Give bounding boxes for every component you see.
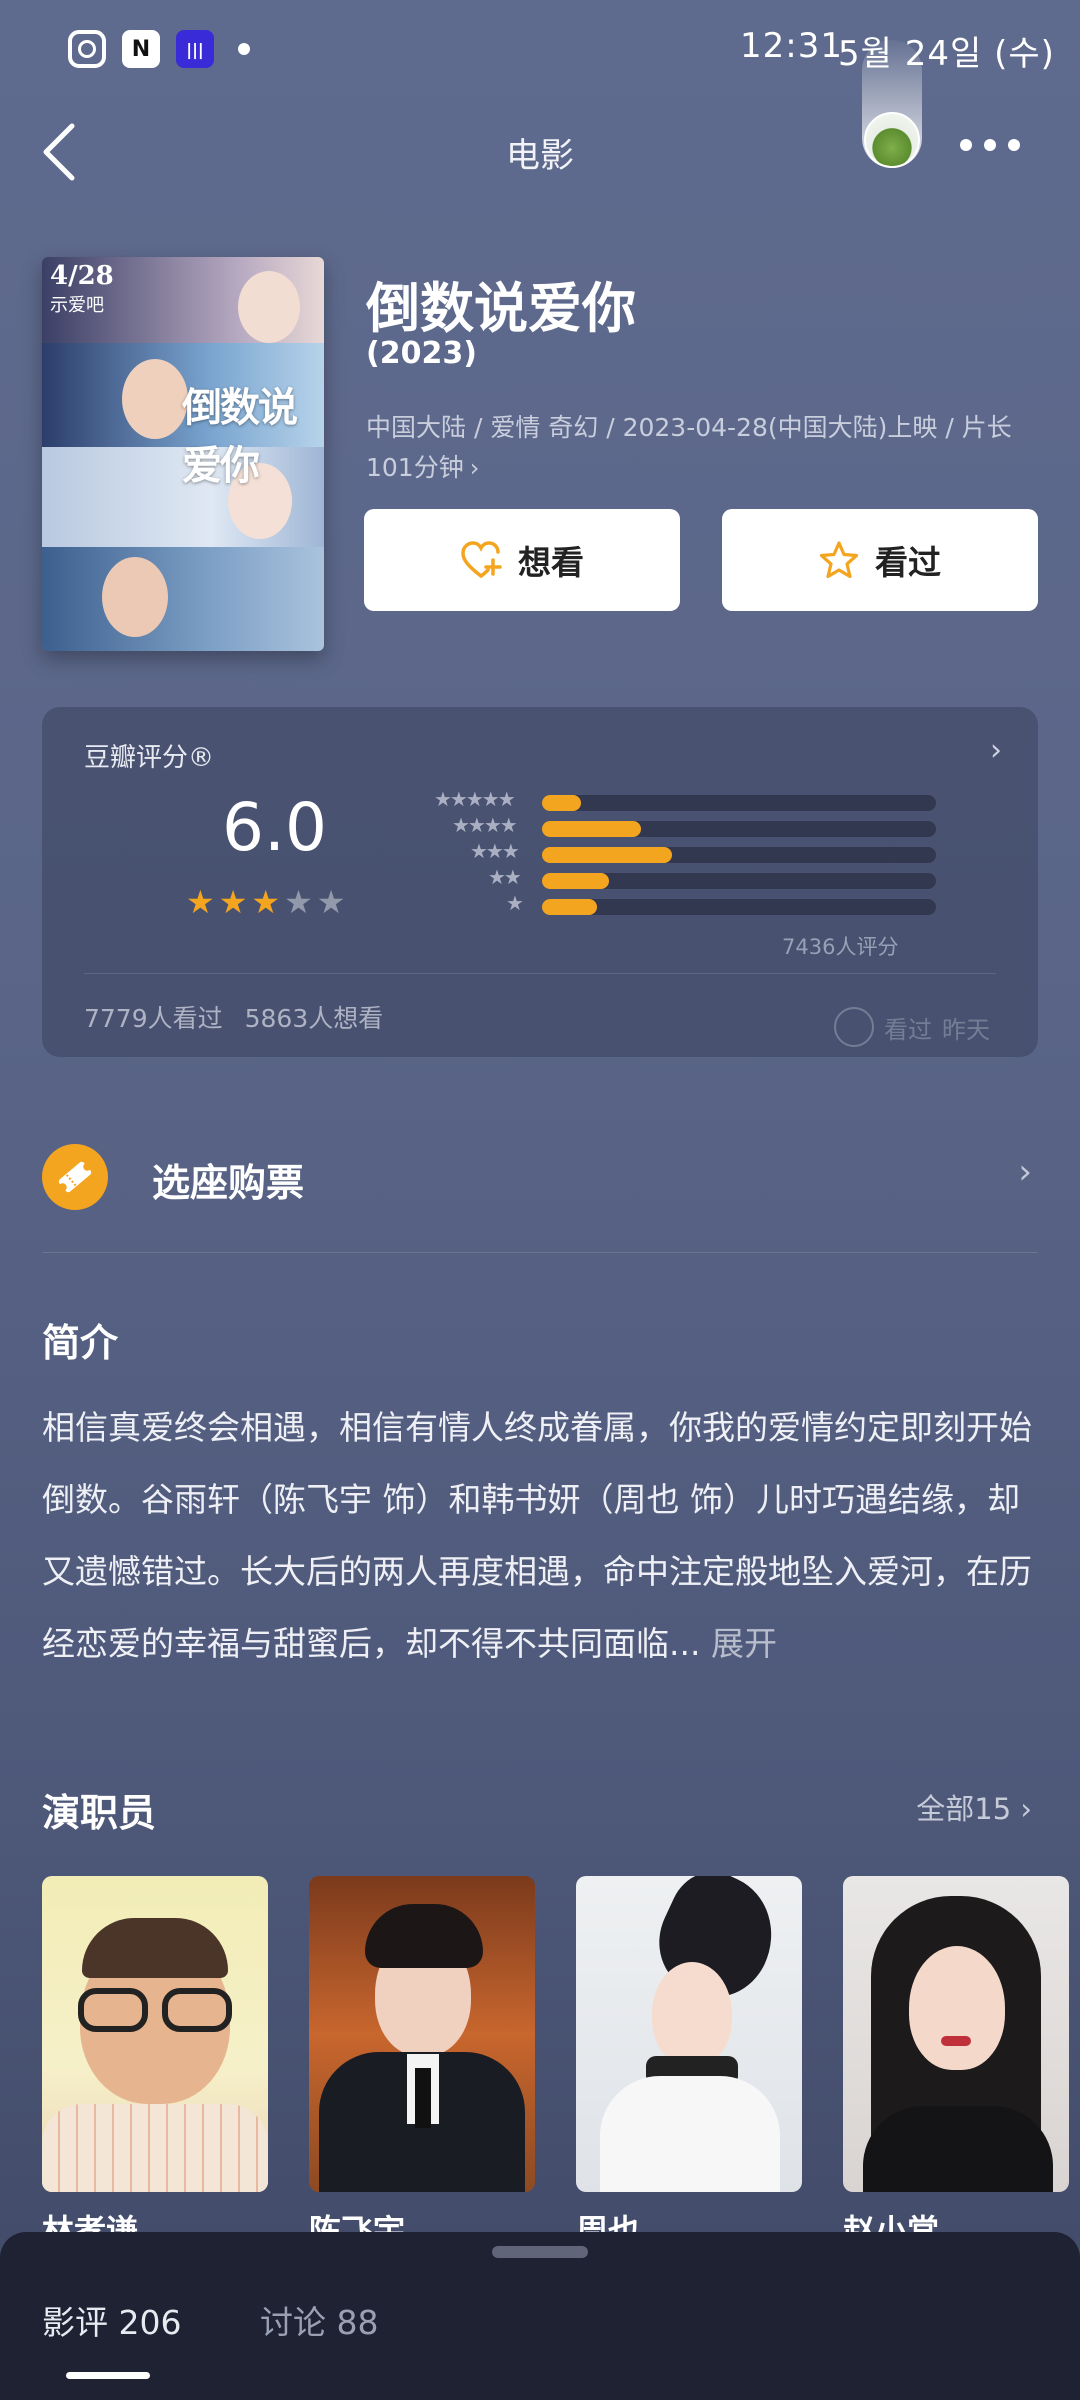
rating-distribution-row: ★★★★ xyxy=(386,813,936,837)
movie-meta[interactable]: 中国大陆 / 爱情 奇幻 / 2023-04-28(中国大陆)上映 / 片长 1… xyxy=(366,408,1046,488)
friend-avatar-icon xyxy=(834,1007,874,1047)
cast-photo[interactable] xyxy=(309,1876,535,2192)
poster-date: 4/28 xyxy=(50,261,114,291)
star-filled-icon: ★ xyxy=(186,883,215,921)
rating-bar-track xyxy=(542,795,936,811)
watch-time: 昨天 xyxy=(942,1015,990,1044)
rating-distribution-stars: ★★ xyxy=(488,865,522,889)
movie-year: (2023) xyxy=(366,336,477,371)
rating-bar-track xyxy=(542,899,936,915)
instagram-icon xyxy=(68,30,106,68)
poster-title: 倒数说爱你 xyxy=(182,385,298,489)
chevron-right-icon: › xyxy=(469,454,480,482)
want-count: 5863人想看 xyxy=(244,1004,384,1033)
cast-all-link[interactable]: 全部15 › xyxy=(916,1786,1032,1828)
buy-tickets-label: 选座购票 xyxy=(152,1161,305,1205)
chevron-right-icon: › xyxy=(1020,1792,1032,1826)
synopsis-body: 相信真爱终会相遇，相信有情人终成眷属，你我的爱情约定即刻开始倒数。谷雨轩（陈飞宇… xyxy=(42,1408,1032,1663)
barcode-app-icon: ||| xyxy=(176,30,214,68)
chevron-right-icon: › xyxy=(1018,1152,1032,1192)
rating-count: 7436人评分 xyxy=(782,935,899,959)
rating-distribution-stars: ★ xyxy=(506,891,524,915)
cast-photo[interactable] xyxy=(576,1876,802,2192)
want-label: 想看 xyxy=(518,543,584,582)
reviews-bottom-sheet[interactable]: 影评 206 讨论 88 xyxy=(0,2232,1080,2400)
rating-bar-fill xyxy=(542,795,582,811)
poster-tagline: 示爱吧 xyxy=(50,295,104,316)
rating-distribution-stars: ★★★ xyxy=(470,839,520,863)
rating-bar-fill xyxy=(542,821,641,837)
want-to-watch-button[interactable]: 想看 xyxy=(364,509,680,611)
seen-label: 看过 xyxy=(875,543,941,582)
watch-stats: 7779人看过 5863人想看 xyxy=(84,999,383,1035)
heart-plus-icon xyxy=(461,541,502,578)
status-time: 12:31 xyxy=(740,26,843,66)
seen-button[interactable]: 看过 xyxy=(722,509,1038,611)
rating-bar-fill xyxy=(542,847,673,863)
movie-title: 倒数说爱你 xyxy=(366,277,636,340)
chevron-right-icon[interactable]: › xyxy=(990,733,1002,768)
movie-poster[interactable]: 4/28 示爱吧 倒数说爱你 xyxy=(42,257,324,651)
rating-distribution-row: ★★★★★ xyxy=(386,787,936,811)
rating-stars: ★ ★ ★ ★ ★ xyxy=(186,883,345,921)
cast-all-label: 全部15 xyxy=(916,1792,1012,1826)
seen-count: 7779人看过 xyxy=(84,1004,223,1033)
star-filled-icon: ★ xyxy=(251,883,281,921)
cast-photo[interactable] xyxy=(42,1876,268,2192)
cast-photo[interactable] xyxy=(843,1876,1069,2192)
rating-distribution-stars: ★★★★ xyxy=(452,813,518,837)
section-divider xyxy=(42,1252,1038,1253)
movie-meta-text: 中国大陆 / 爱情 奇幻 / 2023-04-28(中国大陆)上映 / 片长 1… xyxy=(366,413,1012,482)
rating-distribution-row: ★★★ xyxy=(386,839,936,863)
buy-tickets-row[interactable]: 选座购票 › xyxy=(42,1140,1038,1214)
tab-reviews[interactable]: 影评 206 xyxy=(42,2296,181,2344)
star-empty-icon: ★ xyxy=(316,883,346,921)
card-divider xyxy=(84,973,996,974)
active-tab-indicator xyxy=(66,2372,150,2379)
rating-score: 6.0 xyxy=(222,789,327,866)
notification-dot xyxy=(238,43,250,55)
rating-bar-fill xyxy=(542,873,609,889)
synopsis-text: 相信真爱终会相遇，相信有情人终成眷属，你我的爱情约定即刻开始倒数。谷雨轩（陈飞宇… xyxy=(42,1392,1042,1680)
watch-label: 看过 xyxy=(884,1015,932,1044)
more-dots-icon[interactable] xyxy=(960,139,1020,151)
rating-distribution-stars: ★★★★★ xyxy=(434,787,516,811)
sheet-drag-handle[interactable] xyxy=(492,2246,588,2258)
floating-avatar-icon[interactable] xyxy=(864,112,920,168)
naver-icon: N xyxy=(122,30,160,68)
cast-heading: 演职员 xyxy=(42,1791,157,1835)
rating-distribution-row: ★ xyxy=(386,891,936,915)
synopsis-heading: 简介 xyxy=(42,1321,119,1365)
ticket-icon xyxy=(42,1144,108,1210)
rating-distribution-row: ★★ xyxy=(386,865,936,889)
friend-watch-status: 看过 昨天 xyxy=(834,1007,990,1047)
star-filled-icon: ★ xyxy=(218,883,248,921)
star-empty-icon: ★ xyxy=(284,883,313,921)
rating-card[interactable]: 豆瓣评分® › 6.0 ★ ★ ★ ★ ★ ★★★★★ ★★★★ ★★★ ★★ ★ 7436人评… xyxy=(42,707,1038,1057)
tab-discussions[interactable]: 讨论 88 xyxy=(260,2296,378,2344)
rating-bar-fill xyxy=(542,899,598,915)
expand-link[interactable]: 展开 xyxy=(711,1624,777,1663)
star-outline-icon xyxy=(819,541,859,579)
rating-label: 豆瓣评分® xyxy=(84,743,215,773)
